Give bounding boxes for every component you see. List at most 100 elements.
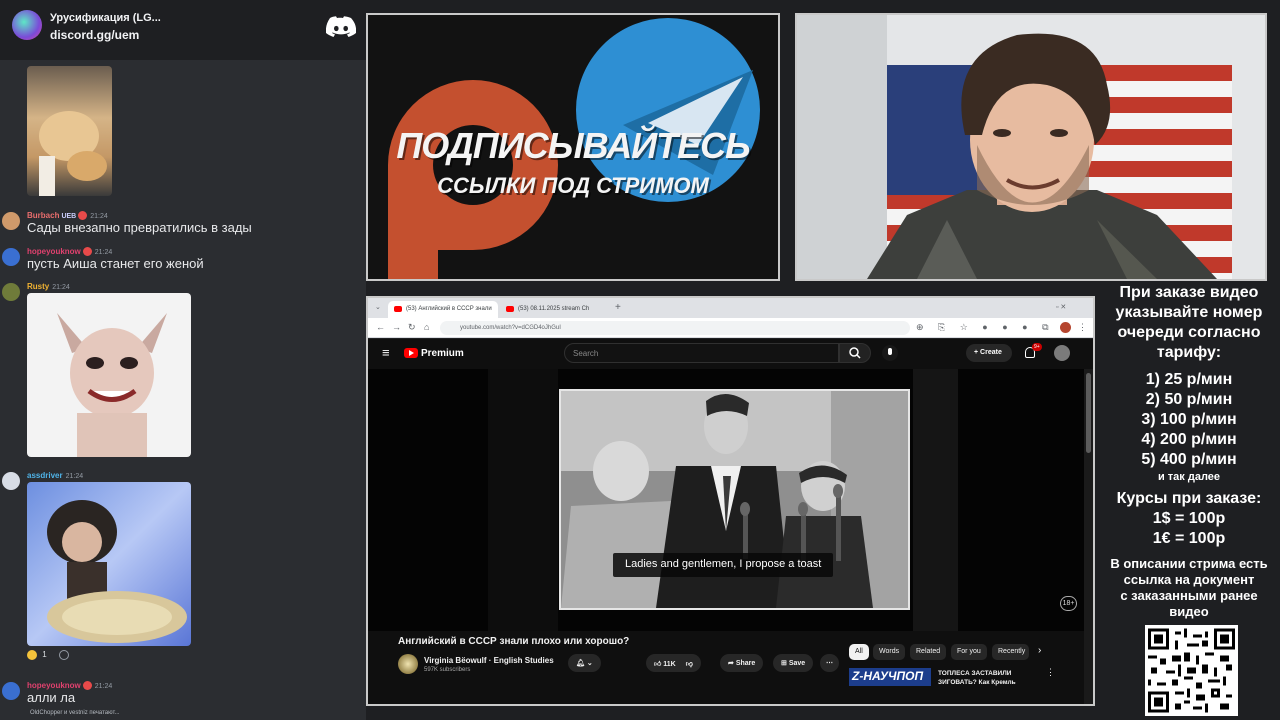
chip-for-you[interactable]: For you: [951, 644, 987, 660]
tab-bar: ⌄ (53) Английский в СССР знали (53) 08.1…: [368, 298, 1093, 318]
subscribe-bell-button[interactable]: 🔔︎ ⌄: [568, 654, 601, 672]
thumbs-down-icon[interactable]: 👎︎: [686, 661, 693, 668]
cat-image-1[interactable]: [27, 66, 112, 196]
laugh-emoji-icon: [27, 650, 37, 660]
share-button[interactable]: ➦ Share: [720, 654, 764, 672]
bell-icon: 🔔︎ ⌄: [576, 660, 593, 667]
notification-count-badge: 9+: [1032, 343, 1042, 351]
username[interactable]: hopeyouknow 21:24: [27, 681, 113, 691]
microphone-icon[interactable]: [882, 345, 898, 361]
tab-list-chevron-icon[interactable]: ⌄: [375, 303, 381, 311]
tab-inactive[interactable]: (53) 08.11.2025 stream Ch: [500, 301, 610, 318]
account-avatar[interactable]: [1054, 345, 1070, 361]
page-scrollbar[interactable]: [1084, 369, 1093, 704]
profile-avatar[interactable]: [1060, 322, 1071, 333]
window-controls[interactable]: ▫ ✕: [1056, 303, 1066, 311]
user-avatar[interactable]: [2, 472, 20, 490]
home-icon[interactable]: ⌂: [424, 322, 429, 332]
price-etc: и так далее: [1157, 471, 1221, 483]
price-tier: 5) 400 р/мин: [1141, 451, 1237, 468]
banner-subline: ССЫЛКИ ПОД СТРИМОМ: [437, 173, 709, 198]
add-reaction-icon[interactable]: [58, 650, 69, 660]
timestamp: 21:24: [94, 249, 113, 256]
like-count: 11K: [663, 661, 676, 668]
save-label: Save: [788, 660, 806, 667]
timestamp: 21:24: [94, 683, 113, 690]
back-icon[interactable]: ←: [376, 322, 385, 332]
banner-headline: ПОДПИСЫВАЙТЕСЬ: [396, 125, 750, 166]
username[interactable]: assdriver 21:24: [27, 471, 83, 480]
channel-avatar[interactable]: [398, 654, 418, 674]
video-title: Английский в СССР знали плохо или хорошо…: [398, 636, 630, 647]
price-tier: 1) 25 р/мин: [1145, 371, 1233, 388]
search-button[interactable]: [839, 343, 871, 363]
user-avatar[interactable]: [2, 682, 20, 700]
subscribe-banner: ПОДПИСЫВАЙТЕСЬ ССЫЛКИ ПОД СТРИМОМ: [366, 13, 780, 281]
chip-recently[interactable]: Recently: [992, 644, 1029, 660]
youtube-favicon-icon: [506, 306, 514, 312]
description-line: ссылка на документ: [1123, 572, 1255, 587]
description-line: с заказанными ранее: [1120, 588, 1258, 603]
username[interactable]: Burbach UEB 21:24: [27, 211, 108, 221]
chips-next-icon[interactable]: ›: [1038, 645, 1041, 656]
create-button[interactable]: + Create: [966, 344, 1012, 362]
rate-line: 1$ = 100р: [1152, 510, 1226, 527]
new-tab-button[interactable]: +: [615, 302, 621, 313]
more-actions-button[interactable]: ⋯: [820, 654, 839, 672]
subscriber-count: 597K subscribers: [424, 667, 471, 673]
price-header-line: очереди согласно: [1117, 324, 1261, 341]
message-text: Сады внезапно превратились в зады: [27, 220, 252, 235]
chip-all[interactable]: All: [849, 644, 869, 660]
youtube-header: ≡ Premium Search + Create 9+: [368, 339, 1093, 369]
recommended-menu-icon[interactable]: ⋮: [1046, 667, 1055, 678]
tab-title: (53) Английский в СССР знали: [406, 306, 492, 312]
cat-image-2[interactable]: [27, 293, 191, 457]
price-tier: 4) 200 р/мин: [1141, 431, 1237, 448]
user-avatar[interactable]: [2, 248, 20, 266]
save-button[interactable]: ⊞ Save: [773, 654, 814, 672]
search-input[interactable]: Search: [564, 343, 839, 363]
like-button[interactable]: 👍︎ 11K 👎︎: [646, 654, 701, 672]
username[interactable]: Rusty 21:24: [27, 282, 70, 291]
youtube-logo-icon[interactable]: [404, 348, 418, 358]
share-label: Share: [735, 660, 756, 667]
video-info-area: Английский в СССР знали плохо или хорошо…: [368, 631, 1084, 704]
chip-words[interactable]: Words: [873, 644, 906, 660]
tab-active[interactable]: (53) Английский в СССР знали: [388, 301, 498, 318]
tab-title: (53) 08.11.2025 stream Ch: [518, 306, 590, 312]
forward-icon[interactable]: →: [392, 322, 401, 332]
message-text: алли ла: [27, 690, 76, 705]
server-icon: [12, 10, 42, 40]
menu-dots-icon[interactable]: ⋮: [1078, 322, 1087, 333]
user-avatar[interactable]: [2, 212, 20, 230]
hamburger-menu-icon[interactable]: ≡: [382, 345, 390, 360]
webcam-feed: [795, 13, 1267, 281]
description-line: В описании стрима есть: [1110, 556, 1268, 571]
create-label: Create: [980, 349, 1002, 356]
youtube-brand[interactable]: Premium: [421, 348, 464, 359]
server-invite: discord.gg/uem: [50, 28, 140, 42]
video-player[interactable]: Ladies and gentlemen, I propose a toast …: [368, 369, 1084, 631]
browser-window: ⌄ (53) Английский в СССР знали (53) 08.1…: [366, 296, 1095, 706]
scroll-thumb[interactable]: [1086, 373, 1091, 453]
reaction-pill[interactable]: 1: [27, 650, 69, 664]
server-name: Урусификация (LG...: [50, 12, 161, 24]
cat-image-3[interactable]: [27, 482, 191, 646]
streamer-image: [797, 15, 1265, 279]
reload-icon[interactable]: ↻: [408, 322, 416, 333]
chip-related[interactable]: Related: [910, 644, 947, 660]
channel-name[interactable]: Virginia Bёowulf · English Studies: [424, 656, 554, 665]
recommended-thumbnail[interactable]: Z-НАУЧПОП: [849, 668, 931, 686]
rate-line: 1€ = 100р: [1152, 530, 1226, 547]
user-avatar[interactable]: [2, 283, 20, 301]
timestamp: 21:24: [65, 473, 84, 480]
save-icon: ⊞: [781, 660, 789, 667]
username[interactable]: hopeyouknow 21:24: [27, 247, 113, 257]
user-tag: UEB: [61, 213, 77, 220]
extensions-icon[interactable]: ⊕ ⎘ ☆ ● ● ● ⧉: [916, 322, 1055, 333]
age-rating-badge: 18+: [1060, 596, 1077, 611]
rates-title: Курсы при заказе:: [1116, 490, 1262, 507]
video-frame[interactable]: Ladies and gentlemen, I propose a toast: [559, 389, 910, 610]
recommended-title[interactable]: ТОПЛЕСА ЗАСТАВИЛИ ЗИГОВАТЬ? Как Кремль: [938, 669, 1038, 687]
url-field[interactable]: youtube.com/watch?v=dCGD4oJhGuI: [440, 321, 910, 335]
